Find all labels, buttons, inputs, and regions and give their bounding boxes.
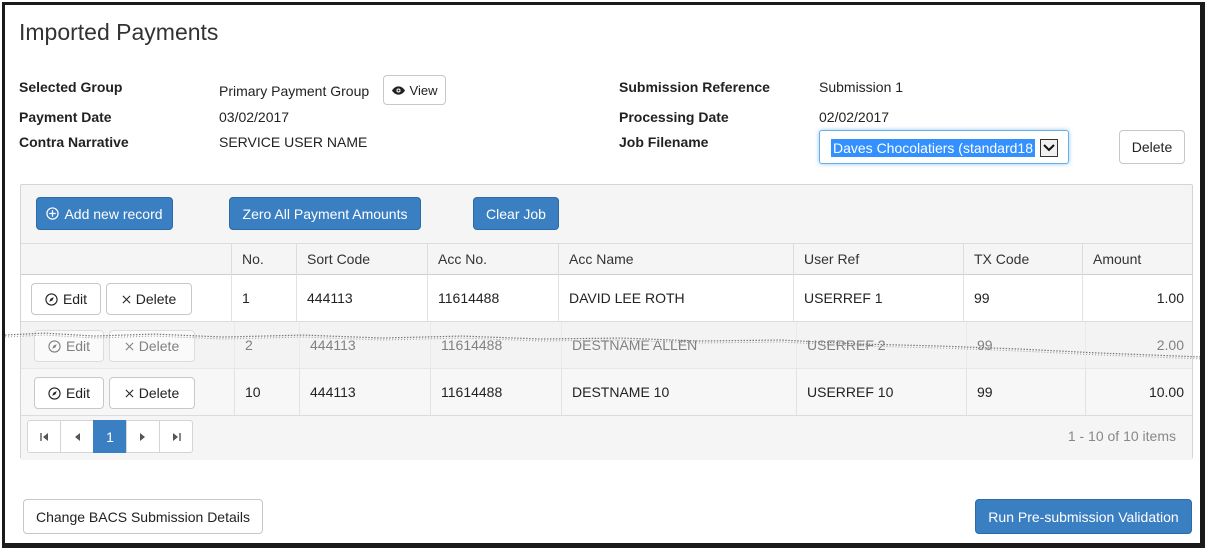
plus-circle-icon <box>46 207 60 220</box>
page-button-current[interactable]: 1 <box>93 420 127 453</box>
cell-amount: 2.00 <box>1085 322 1192 368</box>
clear-job-button[interactable]: Clear Job <box>473 197 559 230</box>
pager-info: 1 - 10 of 10 items <box>1067 428 1176 444</box>
edit-label: Edit <box>65 385 91 401</box>
header-acc-name[interactable]: Acc Name <box>558 244 793 275</box>
eye-icon <box>391 85 405 95</box>
zero-amounts-button[interactable]: Zero All Payment Amounts <box>229 197 421 230</box>
payment-date-value: 03/02/2017 <box>219 109 290 125</box>
last-page-icon[interactable] <box>159 420 193 453</box>
close-icon <box>125 389 134 398</box>
cell-amount: 1.00 <box>1082 275 1192 321</box>
cell-user-ref: USERREF 10 <box>796 369 966 415</box>
header-acc-no[interactable]: Acc No. <box>427 244 558 275</box>
view-button[interactable]: View <box>383 75 446 105</box>
header-no[interactable]: No. <box>231 244 296 275</box>
header-sort-code[interactable]: Sort Code <box>296 244 427 275</box>
cell-acc-name: DESTNAME 10 <box>561 369 796 415</box>
edit-label: Edit <box>62 291 88 307</box>
cell-user-ref: USERREF 2 <box>796 322 966 368</box>
cell-acc-no: 11614488 <box>430 322 561 368</box>
cell-tx-code: 99 <box>966 322 1085 368</box>
delete-row-button[interactable]: Delete <box>109 330 195 362</box>
compass-icon <box>48 386 61 400</box>
edit-label: Edit <box>65 338 91 354</box>
add-record-button[interactable]: Add new record <box>36 197 173 230</box>
change-bacs-details-button[interactable]: Change BACS Submission Details <box>23 499 263 534</box>
first-page-icon[interactable] <box>27 420 61 453</box>
job-filename-selected: Daves Chocolatiers (standard18 <box>831 139 1035 157</box>
cell-acc-name: DAVID LEE ROTH <box>558 275 793 321</box>
pagination: 1 1 - 10 of 10 items <box>21 416 1192 460</box>
delete-row-button[interactable]: Delete <box>109 377 195 409</box>
cell-no: 1 <box>231 275 296 321</box>
cell-user-ref: USERREF 1 <box>793 275 963 321</box>
selected-group-label: Selected Group <box>19 79 123 95</box>
next-page-icon[interactable] <box>126 420 160 453</box>
header-amount[interactable]: Amount <box>1082 244 1192 275</box>
chevron-down-icon[interactable] <box>1040 139 1058 157</box>
page-title: Imported Payments <box>19 19 219 45</box>
submission-reference-value: Submission 1 <box>819 79 904 95</box>
grid-toolbar: Add new record Zero All Payment Amounts … <box>21 185 1192 243</box>
processing-date-label: Processing Date <box>619 109 729 125</box>
cell-no: 2 <box>234 322 299 368</box>
edit-button[interactable]: Edit <box>31 283 101 315</box>
edit-button[interactable]: Edit <box>34 330 104 362</box>
cell-tx-code: 99 <box>966 369 1085 415</box>
cell-tx-code: 99 <box>963 275 1082 321</box>
job-filename-select[interactable]: Daves Chocolatiers (standard18 <box>819 130 1069 164</box>
submission-reference-label: Submission Reference <box>619 79 770 95</box>
processing-date-value: 02/02/2017 <box>819 109 890 125</box>
run-validation-button[interactable]: Run Pre-submission Validation <box>975 499 1192 534</box>
delete-label: Delete <box>138 385 180 401</box>
header-actions <box>21 244 231 275</box>
add-record-label: Add new record <box>64 205 163 222</box>
page-frame: Imported Payments Selected Group Primary… <box>2 2 1205 548</box>
cell-sort-code: 444113 <box>299 322 430 368</box>
delete-label: Delete <box>135 291 177 307</box>
cell-acc-name: DESTNAME ALLEN <box>561 322 796 368</box>
cell-sort-code: 444113 <box>299 369 430 415</box>
selected-group-value: Primary Payment Group <box>219 83 370 99</box>
job-filename-label: Job Filename <box>619 134 709 150</box>
view-button-label: View <box>409 82 438 98</box>
payment-date-label: Payment Date <box>19 109 112 125</box>
cell-no: 10 <box>234 369 299 415</box>
contra-narrative-value: SERVICE USER NAME <box>219 134 368 150</box>
table-row[interactable]: Edit Delete 10 444113 11614488 DESTNAME … <box>21 369 1192 416</box>
close-icon <box>125 342 134 351</box>
close-icon <box>122 295 131 304</box>
compass-icon <box>48 339 61 353</box>
prev-page-icon[interactable] <box>60 420 94 453</box>
compass-icon <box>45 292 58 306</box>
cell-acc-no: 11614488 <box>430 369 561 415</box>
cell-acc-no: 11614488 <box>427 275 558 321</box>
delete-row-button[interactable]: Delete <box>106 283 192 315</box>
table-row[interactable]: Edit Delete 1 444113 11614488 DAVID LEE … <box>21 275 1192 322</box>
payments-grid: Add new record Zero All Payment Amounts … <box>20 184 1193 460</box>
table-header: No. Sort Code Acc No. Acc Name User Ref … <box>21 243 1192 275</box>
delete-job-button[interactable]: Delete <box>1119 130 1185 164</box>
edit-button[interactable]: Edit <box>34 377 104 409</box>
delete-label: Delete <box>138 338 180 354</box>
contra-narrative-label: Contra Narrative <box>19 134 129 150</box>
cell-amount: 10.00 <box>1085 369 1192 415</box>
cell-sort-code: 444113 <box>296 275 427 321</box>
header-tx-code[interactable]: TX Code <box>963 244 1082 275</box>
header-user-ref[interactable]: User Ref <box>793 244 963 275</box>
table-row[interactable]: Edit Delete 2 444113 11614488 DESTNAME A… <box>21 322 1192 369</box>
